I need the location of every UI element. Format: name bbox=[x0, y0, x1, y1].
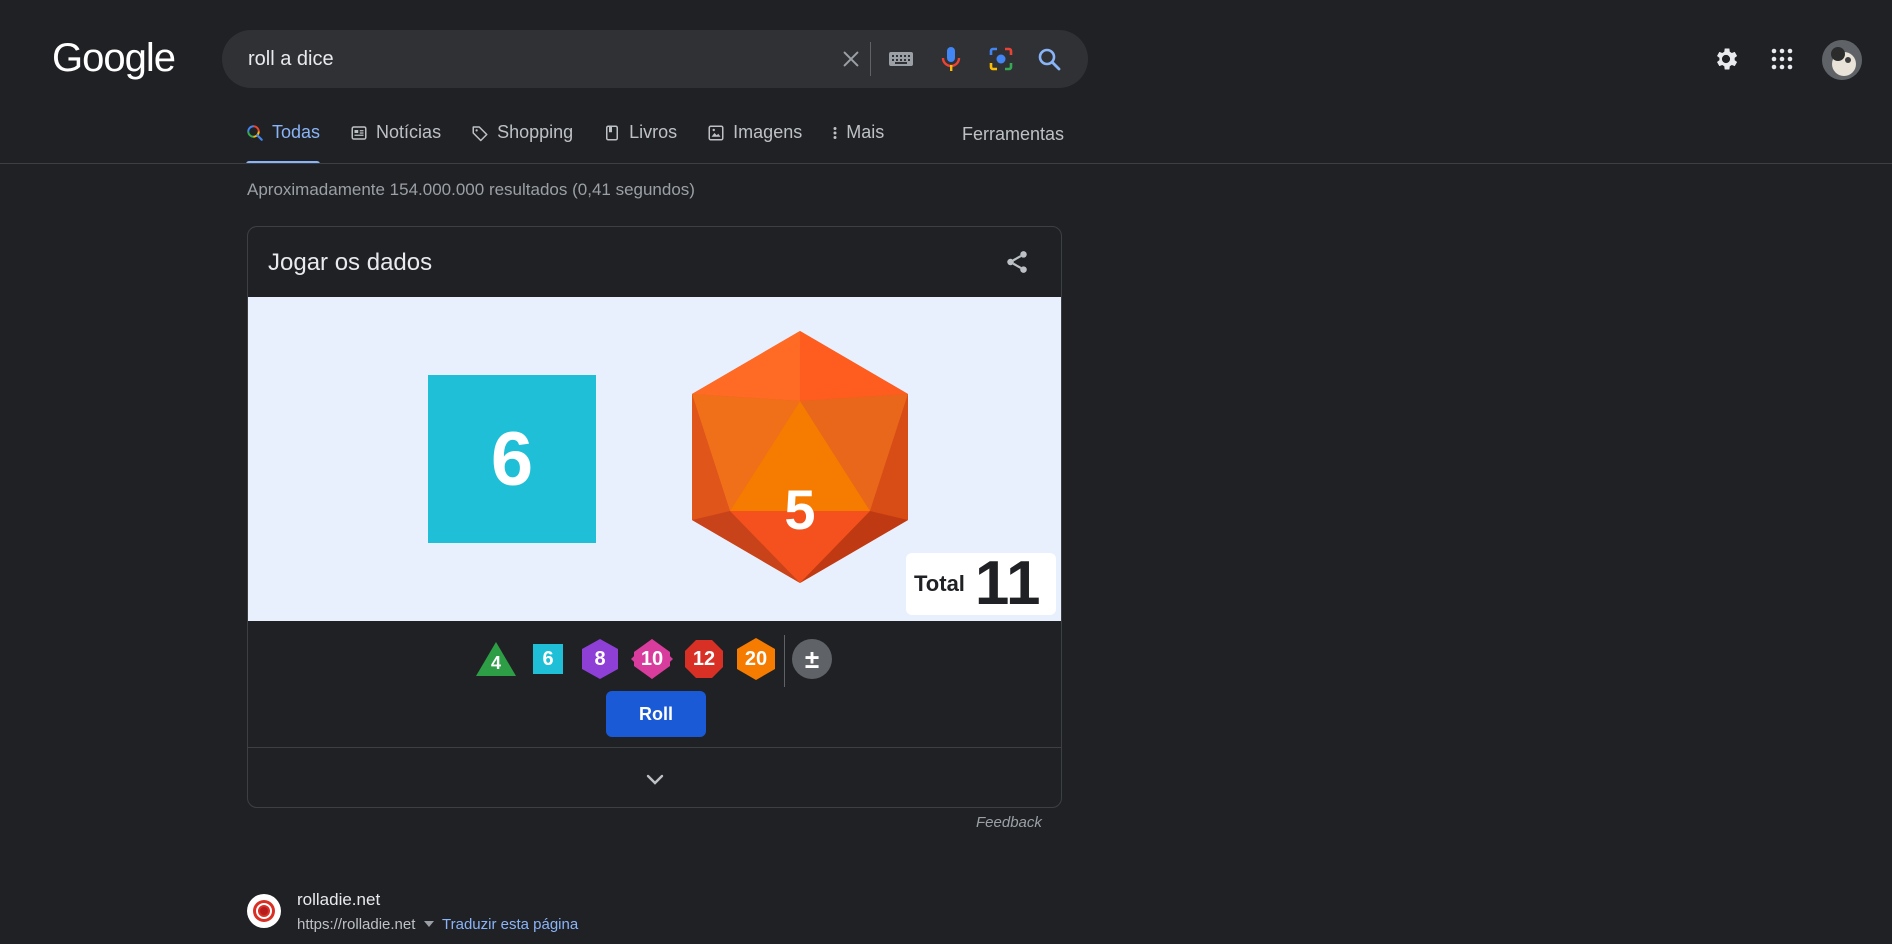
tab-mais[interactable]: Mais bbox=[832, 122, 884, 164]
search-input[interactable] bbox=[248, 30, 808, 88]
result-stats: Aproximadamente 154.000.000 resultados (… bbox=[247, 180, 695, 199]
camera-lens-icon[interactable] bbox=[986, 44, 1016, 74]
d12-button[interactable]: 12 bbox=[682, 637, 726, 681]
search-divider bbox=[870, 42, 871, 76]
d20-die[interactable] bbox=[690, 331, 910, 583]
book-icon bbox=[606, 125, 619, 141]
modifier-button[interactable]: ± bbox=[790, 637, 834, 681]
total-box: Total 11 bbox=[906, 553, 1056, 615]
tab-shopping[interactable]: Shopping bbox=[471, 122, 573, 164]
d6-button[interactable]: 6 bbox=[526, 637, 570, 681]
d20-button[interactable]: 20 bbox=[734, 637, 778, 681]
tools-button[interactable]: Ferramentas bbox=[962, 124, 1064, 145]
news-icon bbox=[351, 126, 367, 140]
result-url[interactable]: https://rolladie.net bbox=[297, 916, 415, 933]
card-title: Jogar os dados bbox=[268, 249, 433, 276]
more-vert-icon bbox=[833, 127, 837, 139]
tabs-divider bbox=[0, 163, 1892, 164]
tab-imagens[interactable]: Imagens bbox=[707, 122, 802, 164]
settings-gear-icon[interactable] bbox=[1710, 43, 1742, 75]
chevron-down-icon[interactable] bbox=[638, 763, 672, 797]
tab-noticias[interactable]: Notícias bbox=[350, 122, 441, 164]
tab-todas[interactable]: Todas bbox=[246, 122, 321, 164]
roll-button[interactable]: Roll bbox=[606, 691, 706, 737]
d8-button[interactable]: 8 bbox=[578, 637, 622, 681]
total-label: Total bbox=[914, 571, 965, 596]
search-tabs: Todas Notícias Shopping Livros Imagens M… bbox=[246, 122, 914, 164]
dice-stage[interactable]: 6 5 Total 11 bbox=[248, 297, 1061, 621]
apps-grid-icon[interactable] bbox=[1766, 43, 1798, 75]
dice-separator bbox=[784, 635, 785, 687]
d20-value: 5 bbox=[784, 478, 816, 541]
d6-die[interactable]: 6 bbox=[428, 375, 596, 543]
microphone-icon[interactable] bbox=[936, 44, 966, 74]
share-icon[interactable] bbox=[1000, 245, 1034, 279]
google-logo[interactable]: Google bbox=[52, 36, 176, 81]
dice-roller-card: Jogar os dados 6 5 Total 11 4 6 8 10 12 … bbox=[247, 226, 1062, 808]
tab-livros[interactable]: Livros bbox=[603, 122, 677, 164]
d4-button[interactable]: 4 bbox=[474, 637, 518, 681]
search-box[interactable] bbox=[222, 30, 1088, 88]
card-divider bbox=[248, 747, 1061, 748]
result-site-name[interactable]: rolladie.net bbox=[297, 890, 380, 910]
tag-icon bbox=[472, 126, 488, 142]
search-icon[interactable] bbox=[1034, 44, 1064, 74]
image-icon bbox=[708, 125, 724, 141]
total-value: 11 bbox=[974, 549, 1041, 618]
avatar[interactable] bbox=[1822, 40, 1862, 80]
search-multicolor-icon bbox=[247, 125, 263, 141]
keyboard-icon[interactable] bbox=[886, 44, 916, 74]
caret-down-icon[interactable] bbox=[424, 921, 434, 927]
dice-selector: 4 6 8 10 12 20 ± bbox=[248, 633, 1061, 687]
rolladie-favicon bbox=[247, 894, 281, 928]
d10-button[interactable]: 10 bbox=[630, 637, 674, 681]
clear-icon[interactable] bbox=[836, 44, 866, 74]
translate-link[interactable]: Traduzir esta página bbox=[442, 916, 578, 933]
feedback-link[interactable]: Feedback bbox=[976, 814, 1042, 831]
